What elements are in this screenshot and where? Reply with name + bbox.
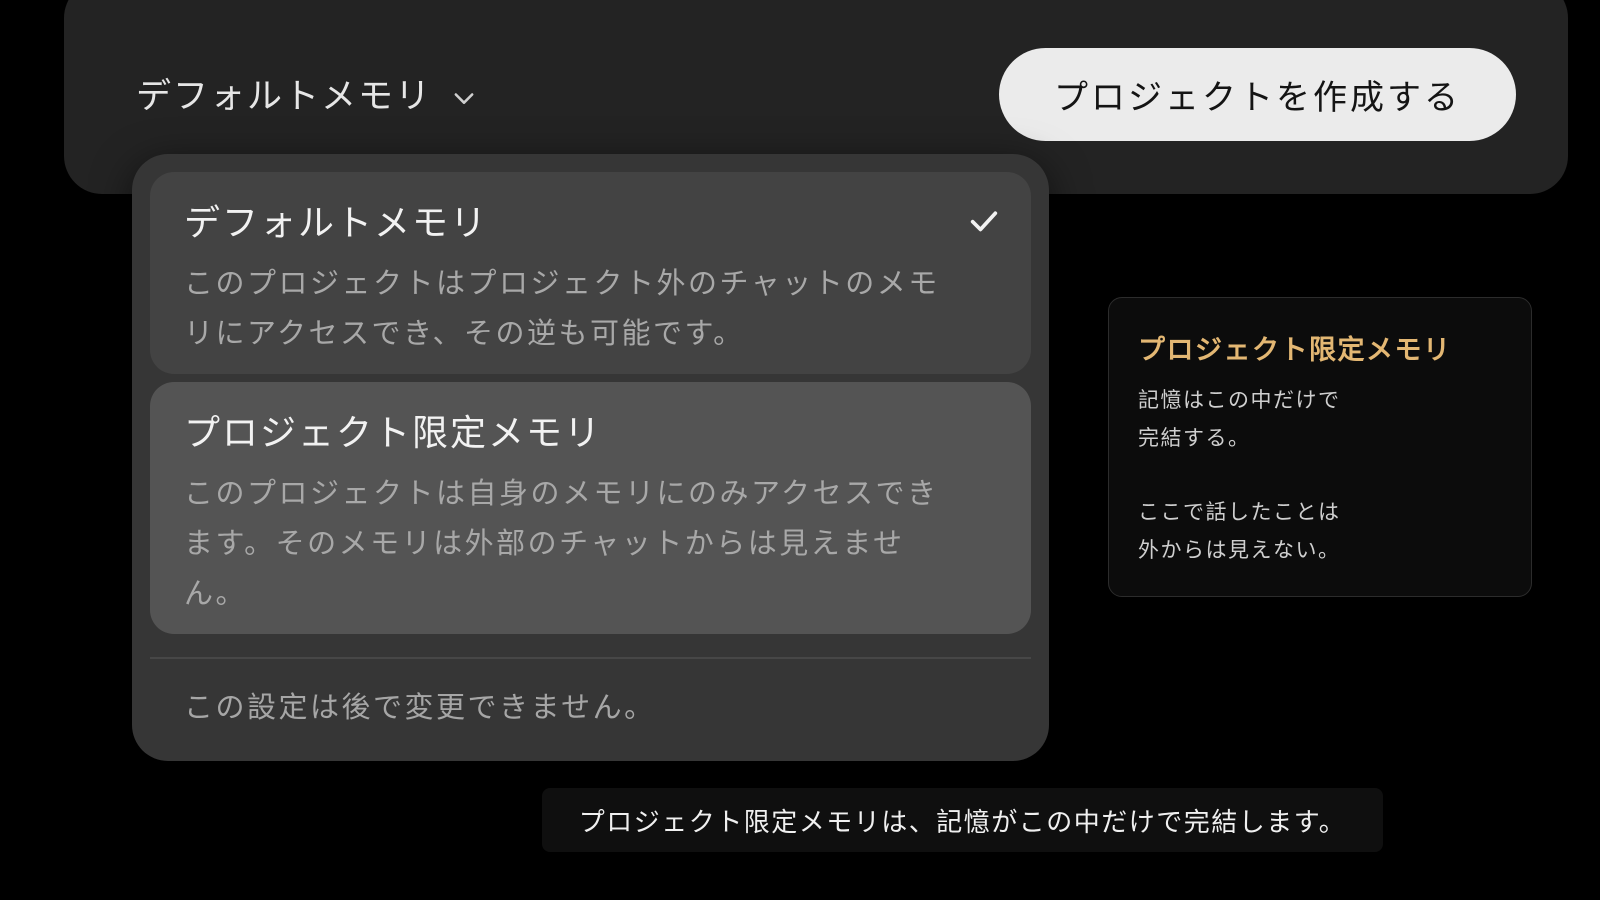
info-card-line: 外からは見えない。 [1138,538,1341,562]
menu-option-title: プロジェクト限定メモリ [184,413,603,454]
info-card-line: 記憶はこの中だけで [1138,388,1341,412]
info-card-title: プロジェクト限定メモリ [1138,335,1452,366]
menu-option-description: このプロジェクトは自身のメモリにのみアクセスできます。そのメモリは外部のチャット… [184,476,939,610]
create-project-button[interactable]: プロジェクトを作成する [999,48,1516,141]
caption-subtitle: プロジェクト限定メモリは、記憶がこの中だけで完結します。 [542,788,1383,852]
menu-footnote: この設定は後で変更できません。 [184,690,656,724]
menu-option-default-memory[interactable]: デフォルトメモリ このプロジェクトはプロジェクト外のチャットのメモリにアクセスで… [150,172,1031,374]
stage: デフォルトメモリ プロジェクトを作成する デフォルトメモリ このプロジェクトはプ… [0,0,1600,900]
info-card-paragraph: 記憶はこの中だけで 完結する。 [1138,381,1502,457]
menu-option-project-memory[interactable]: プロジェクト限定メモリ このプロジェクトは自身のメモリにのみアクセスできます。そ… [150,382,1031,634]
info-card-paragraph: ここで話したことは 外からは見えない。 [1138,493,1502,569]
memory-mode-dropdown: デフォルトメモリ このプロジェクトはプロジェクト外のチャットのメモリにアクセスで… [132,154,1049,761]
chevron-down-icon [454,92,474,104]
info-card-line: ここで話したことは [1138,500,1341,524]
memory-mode-selector-label: デフォルトメモリ [136,77,433,117]
menu-divider [150,657,1031,659]
memory-mode-selector[interactable]: デフォルトメモリ [136,68,478,119]
info-card: プロジェクト限定メモリ 記憶はこの中だけで 完結する。 ここで話したことは 外か… [1108,297,1532,597]
checkmark-icon [970,211,998,232]
info-card-line: 完結する。 [1138,426,1251,450]
menu-option-title: デフォルトメモリ [184,203,489,244]
menu-option-description: このプロジェクトはプロジェクト外のチャットのメモリにアクセスでき、その逆も可能で… [184,266,940,350]
